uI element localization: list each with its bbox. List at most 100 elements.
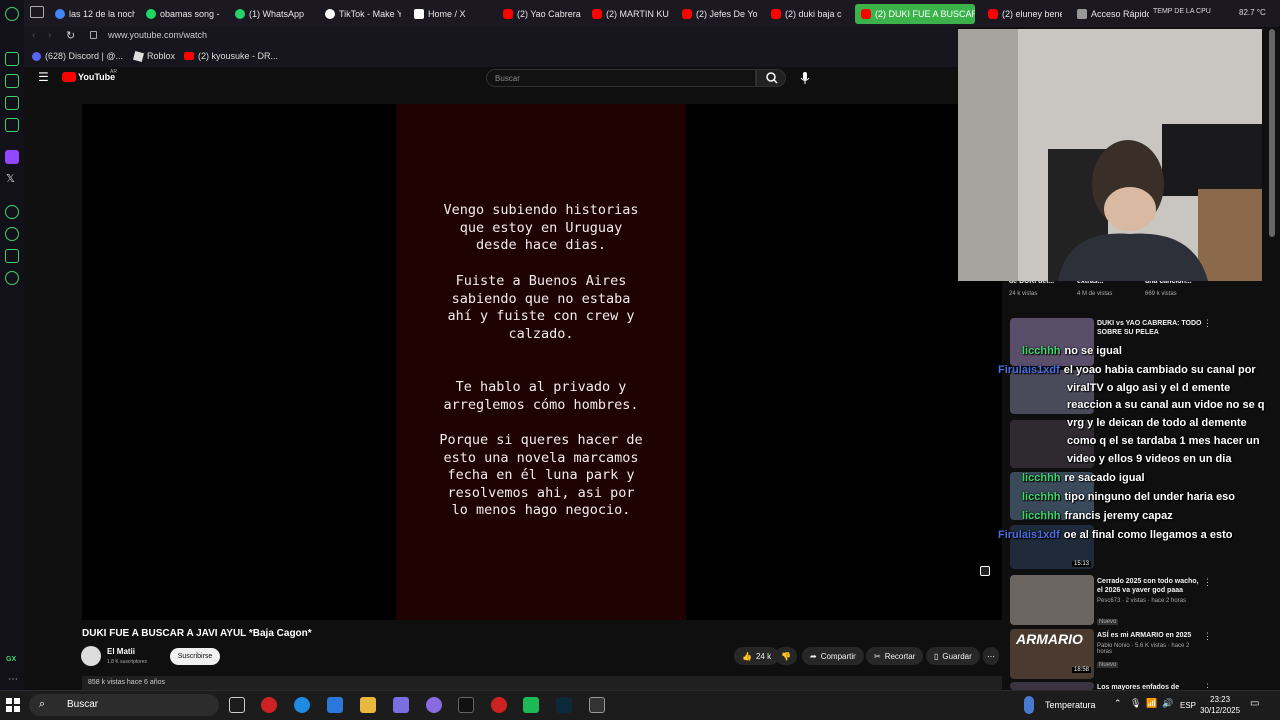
opera-gx-icon[interactable] [261,697,277,713]
rec-title[interactable]: Cerrado 2025 con todo wacho, el 2026 va … [1097,577,1202,595]
notifications-icon[interactable]: ▭ [1250,698,1259,709]
tab[interactable]: obamas song - [146,4,222,24]
whatsapp-icon [235,9,245,19]
roblox-icon [132,50,145,62]
store-icon[interactable] [5,96,19,110]
save-button[interactable]: ▯ Guardar [926,647,980,665]
tab-strip: las 12 de la noch obamas song - (1) What… [24,0,1280,27]
clock-time[interactable]: 23:23 [1210,695,1230,704]
weather-label[interactable]: Temperatura [1045,700,1096,710]
youtube-icon [861,9,871,19]
mic-icon[interactable]: 🎙 [1130,698,1141,709]
chat-message: reaccion a su canal aun vidoe no se q [1067,399,1265,411]
history-icon[interactable] [5,227,19,241]
like-button[interactable]: 👍 24 k [734,647,780,665]
tab[interactable]: (1) WhatsApp [235,4,315,24]
tab[interactable]: Acceso Rápido [1077,4,1149,24]
tab[interactable]: las 12 de la noch [55,4,135,24]
settings-icon[interactable] [5,271,19,285]
tab-active[interactable]: (2) DUKI FUE A BUSCAR [855,4,975,24]
more-icon[interactable]: ⋮ [1203,318,1212,329]
more-icon[interactable]: ⋯ [8,674,18,685]
tab[interactable]: (2) Yao Cabrera [503,4,581,24]
gx-corner-icon[interactable] [5,74,19,88]
url-field[interactable]: www.youtube.com/watch [108,30,207,40]
subscribe-button[interactable]: Suscribirse [170,648,220,665]
more-icon[interactable]: ⋮ [1203,631,1212,642]
video-frame-panel [396,104,686,620]
more-icon[interactable]: ⋮ [1203,577,1212,588]
back-icon[interactable]: ‹ [32,30,35,41]
rec-title[interactable]: ASÍ es mi ARMARIO en 2025 [1097,631,1202,640]
terminal-icon[interactable] [556,697,572,713]
search-button[interactable] [756,69,786,87]
bookmark-youtube[interactable]: (2) kyousuke - DR... [184,51,278,61]
video-caption-2: Fuiste a Buenos Aires sabiendo que no es… [447,273,635,342]
share-button[interactable]: ➦ Compartir [802,647,864,665]
epic-games-icon[interactable] [589,697,605,713]
subscriber-count: 1.8 K suscriptores [107,659,148,665]
video-caption-1: Vengo subiendo historias que estoy en Ur… [443,202,639,254]
youtube-icon [682,9,692,19]
workspaces-icon[interactable] [30,6,44,18]
rec-thumbnail[interactable] [1010,682,1094,690]
twitch-icon[interactable] [5,150,19,164]
opera-logo-icon[interactable] [5,7,19,21]
calculator-icon[interactable] [327,697,343,713]
app-icon[interactable] [523,697,539,713]
tab[interactable]: (2) Jefes De Yo [682,4,758,24]
bookmark-discord[interactable]: (628) Discord | @... [32,51,123,61]
cpu-temp-value: 82.7 °C [1239,8,1266,17]
avatar[interactable] [81,646,101,666]
menu-icon[interactable]: ☰ [38,70,49,84]
search-input[interactable]: Buscar [486,69,756,87]
x-icon[interactable]: 𝕏 [6,172,15,185]
miniplayer-icon[interactable] [980,566,990,576]
tab[interactable]: (2) MARTIN KU [592,4,670,24]
speed-dial-icon[interactable] [5,52,19,66]
youtube-logo-icon[interactable] [62,72,76,82]
copilot-icon[interactable] [393,697,409,713]
language-indicator[interactable]: ESP [1180,701,1196,710]
tab[interactable]: Home / X [414,4,490,24]
taskbar-search[interactable]: ⌕ Buscar [29,694,219,716]
rec-meta: 24 k vistas [1009,291,1038,297]
youtube-icon [771,9,781,19]
reload-icon[interactable]: ↻ [66,29,75,42]
volume-icon[interactable]: 🔊 [1162,698,1173,709]
thumbs-down-icon: 👎 [781,651,791,661]
forward-icon[interactable]: › [48,30,51,41]
address-bar-row: ‹ › ↻ www.youtube.com/watch [24,27,958,47]
tab[interactable]: (2) duki baja c [771,4,847,24]
bookmark-icon: ▯ [934,651,939,661]
scrollbar[interactable] [1269,29,1275,237]
description-box[interactable]: 858 k vistas hace 6 años [82,676,1002,690]
channel-name[interactable]: El Matii [107,647,135,656]
task-view-icon[interactable] [229,697,245,713]
rec-title[interactable]: DUKI vs YAO CABRERA: TODO SOBRE SU PELEA [1097,319,1202,337]
more-actions-button[interactable]: ⋯ [983,647,999,665]
clock-date[interactable]: 30/12/2025 [1200,706,1240,715]
bookmark-roblox[interactable]: Roblox [132,50,175,62]
rec-thumbnail[interactable] [1010,575,1094,625]
wifi-icon[interactable]: 📶 [1146,698,1157,709]
discord-icon[interactable] [426,697,442,713]
extensions-icon[interactable] [5,249,19,263]
mail-icon[interactable] [5,118,19,132]
tray-overflow-icon[interactable]: ⌃ [1114,698,1122,709]
clip-button[interactable]: ✂ Recortar [866,647,924,665]
edge-icon[interactable] [294,697,310,713]
video-title: DUKI FUE A BUSCAR A JAVI AYUL *Baja Cago… [82,628,312,639]
steam-icon[interactable] [458,697,474,713]
rec-meta: Pablo Nonio · 5.6 K vistas · hace 2 hora… [1097,643,1190,655]
file-explorer-icon[interactable] [360,697,376,713]
google-icon [55,9,65,19]
tab[interactable]: TikTok - Make Y [325,4,401,24]
opera-icon[interactable] [491,697,507,713]
chat-message: video y ellos 9 videos en un dia [1067,453,1232,465]
windows-start-button[interactable] [6,698,20,712]
dislike-button[interactable]: 👎 [775,647,797,665]
tab[interactable]: (2) eluney bene [988,4,1062,24]
player-icon[interactable] [5,205,19,219]
mic-button[interactable] [797,70,813,86]
